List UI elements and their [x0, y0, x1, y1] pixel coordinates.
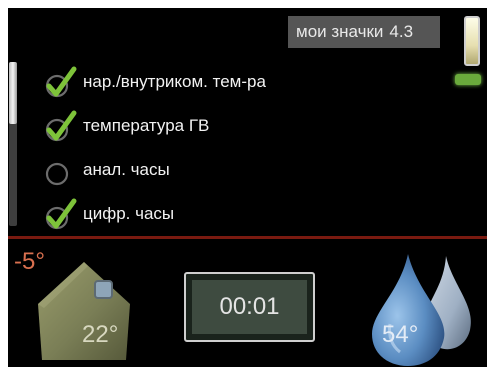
indoor-temperature: 22°: [82, 321, 119, 348]
option-label: температура ГВ: [83, 116, 210, 135]
hot-water-temperature: 54°: [382, 321, 419, 348]
checkbox-checked-icon[interactable]: [44, 108, 80, 144]
digital-clock: 00:01: [184, 272, 315, 342]
checkbox-empty-icon[interactable]: [44, 152, 80, 188]
display-screen: мои значки 4.3 нар./внутриком. тем-ра тем…: [8, 8, 487, 367]
option-row[interactable]: цифр. часы: [44, 192, 424, 236]
option-row[interactable]: нар./внутриком. тем-ра: [44, 60, 424, 104]
option-row[interactable]: температура ГВ: [44, 104, 424, 148]
clock-time: 00:01: [192, 280, 307, 334]
option-label: анал. часы: [83, 160, 170, 179]
section-divider: [8, 236, 487, 239]
checkbox-checked-icon[interactable]: [44, 64, 80, 100]
status-led-icon: [455, 74, 481, 85]
menu-title-text: мои значки: [296, 22, 384, 41]
checkbox-checked-icon[interactable]: [44, 196, 80, 232]
option-row[interactable]: анал. часы: [44, 148, 424, 192]
option-label: нар./внутриком. тем-ра: [83, 72, 266, 91]
icon-options-list: нар./внутриком. тем-ра температура ГВ ан…: [44, 60, 424, 236]
scroll-thumb[interactable]: [9, 62, 17, 124]
menu-title: мои значки 4.3: [288, 16, 440, 48]
water-drop-icon: [372, 254, 471, 366]
menu-code: 4.3: [389, 22, 414, 41]
option-label: цифр. часы: [83, 204, 175, 223]
mode-indicator-icon: [464, 16, 480, 66]
scrollbar[interactable]: [9, 62, 17, 226]
